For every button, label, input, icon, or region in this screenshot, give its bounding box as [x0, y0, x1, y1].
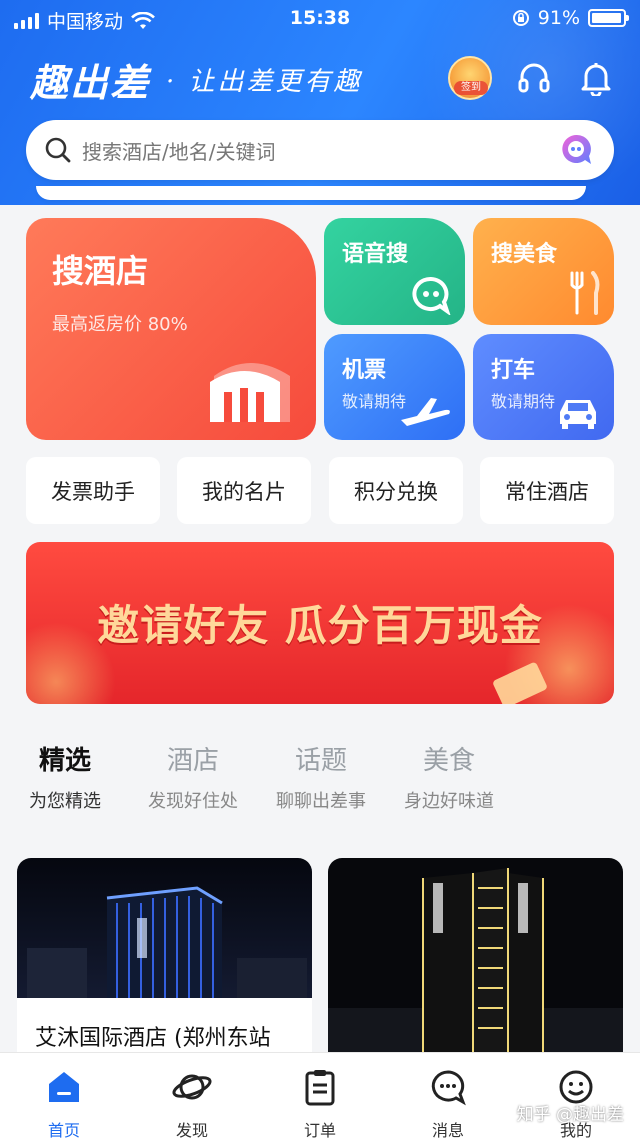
taxi-card[interactable]: 打车 敬请期待 — [473, 334, 614, 440]
search-hotel-card[interactable]: 搜酒店 最高返房价 80% — [26, 218, 316, 440]
search-food-title: 搜美食 — [491, 242, 558, 267]
app-logo: 趣出差 — [30, 60, 151, 105]
taxi-title: 打车 — [491, 358, 536, 383]
voice-search-card[interactable]: 语音搜 — [324, 218, 465, 325]
search-food-card[interactable]: 搜美食 — [473, 218, 614, 325]
fork-knife-icon — [570, 271, 600, 315]
search-hotel-title: 搜酒店 — [52, 252, 149, 290]
car-icon — [560, 400, 596, 429]
hotel-name — [328, 998, 623, 1058]
search-hotel-subtitle: 最高返房价 80% — [52, 314, 188, 335]
nav-home-label: 首页 — [47, 1121, 80, 1138]
checkin-label: 签到 — [454, 81, 488, 95]
feed-tabs: 精选 为您精选 酒店 发现好住处 话题 聊聊出差事 美食 身边好味道 — [0, 740, 640, 820]
customer-service-button[interactable] — [514, 58, 554, 98]
tab-topics[interactable]: 话题 聊聊出差事 — [256, 740, 386, 813]
tab-food-subtitle: 身边好味道 — [404, 791, 494, 812]
nav-orders[interactable]: 订单 — [256, 1065, 384, 1138]
home-icon — [49, 1072, 79, 1102]
quick-link-invoice[interactable]: 发票助手 — [26, 457, 160, 524]
headset-icon — [518, 63, 550, 93]
status-bar: 中国移动 15:38 91% — [0, 0, 640, 36]
airplane-icon — [401, 398, 450, 426]
voice-bot-icon — [412, 276, 451, 315]
banner-text: 邀请好友 瓜分百万现金 — [97, 601, 543, 650]
hotel-card[interactable]: 艾沐国际酒店 (郑州东站 — [17, 858, 312, 1058]
notifications-button[interactable] — [576, 58, 616, 98]
battery-icon — [588, 9, 629, 27]
tab-featured[interactable]: 精选 为您精选 — [0, 740, 130, 813]
quick-link-frequent-hotels[interactable]: 常住酒店 — [480, 457, 614, 524]
checkin-badge[interactable]: 签到 — [448, 56, 492, 100]
battery-percent: 91% — [537, 7, 580, 29]
chat-bubble-icon — [562, 134, 591, 164]
clipboard-icon — [305, 1070, 335, 1106]
hotel-building-icon — [210, 363, 290, 422]
tab-hotels[interactable]: 酒店 发现好住处 — [128, 740, 258, 813]
tab-food-title: 美食 — [422, 746, 475, 776]
invite-banner[interactable]: 邀请好友 瓜分百万现金 — [26, 542, 614, 704]
nav-home[interactable]: 首页 — [0, 1065, 128, 1138]
nav-messages[interactable]: 消息 — [384, 1065, 512, 1138]
app-slogan: · 让出差更有趣 — [166, 67, 363, 97]
tab-featured-subtitle: 为您精选 — [29, 791, 101, 812]
tab-featured-title: 精选 — [38, 746, 91, 776]
nav-orders-label: 订单 — [303, 1121, 336, 1138]
nav-discover[interactable]: 发现 — [128, 1065, 256, 1138]
tab-food[interactable]: 美食 身边好味道 — [384, 740, 514, 813]
brand: 趣出差 · 让出差更有趣 — [30, 52, 363, 107]
tab-topics-subtitle: 聊聊出差事 — [276, 791, 366, 812]
bell-icon — [581, 63, 611, 96]
header-strip — [36, 186, 586, 200]
taxi-subtitle: 敬请期待 — [491, 392, 556, 411]
hotel-card[interactable] — [328, 858, 623, 1058]
flight-title: 机票 — [342, 358, 387, 383]
watermark: 知乎 @趣出差 — [516, 1105, 624, 1125]
search-placeholder: 搜索酒店/地名/关键词 — [82, 139, 276, 164]
chat-icon — [431, 1070, 466, 1106]
clock: 15:38 — [289, 7, 351, 29]
tab-hotels-title: 酒店 — [166, 746, 219, 776]
voice-search-title: 语音搜 — [342, 242, 409, 267]
tab-hotels-subtitle: 发现好住处 — [148, 791, 238, 812]
hotel-name: 艾沐国际酒店 (郑州东站 — [17, 998, 312, 1058]
quick-link-points-exchange[interactable]: 积分兑换 — [329, 457, 463, 524]
bottom-nav: 首页 发现 订单 消息 我的 — [0, 1052, 640, 1138]
planet-icon — [172, 1074, 212, 1100]
quick-link-business-card[interactable]: 我的名片 — [177, 457, 311, 524]
nav-discover-label: 发现 — [175, 1121, 208, 1138]
search-bar[interactable]: 搜索酒店/地名/关键词 — [26, 120, 614, 180]
voice-assistant-button[interactable] — [556, 130, 596, 170]
app-header: 中国移动 15:38 91% 趣出差 · 让出差更有趣 签到 搜索酒店/地名/关… — [0, 0, 640, 205]
rotation-lock-icon — [512, 10, 529, 26]
search-icon — [45, 137, 71, 163]
nav-messages-label: 消息 — [431, 1121, 464, 1138]
tab-topics-title: 话题 — [294, 746, 347, 776]
flight-card[interactable]: 机票 敬请期待 — [324, 334, 465, 440]
